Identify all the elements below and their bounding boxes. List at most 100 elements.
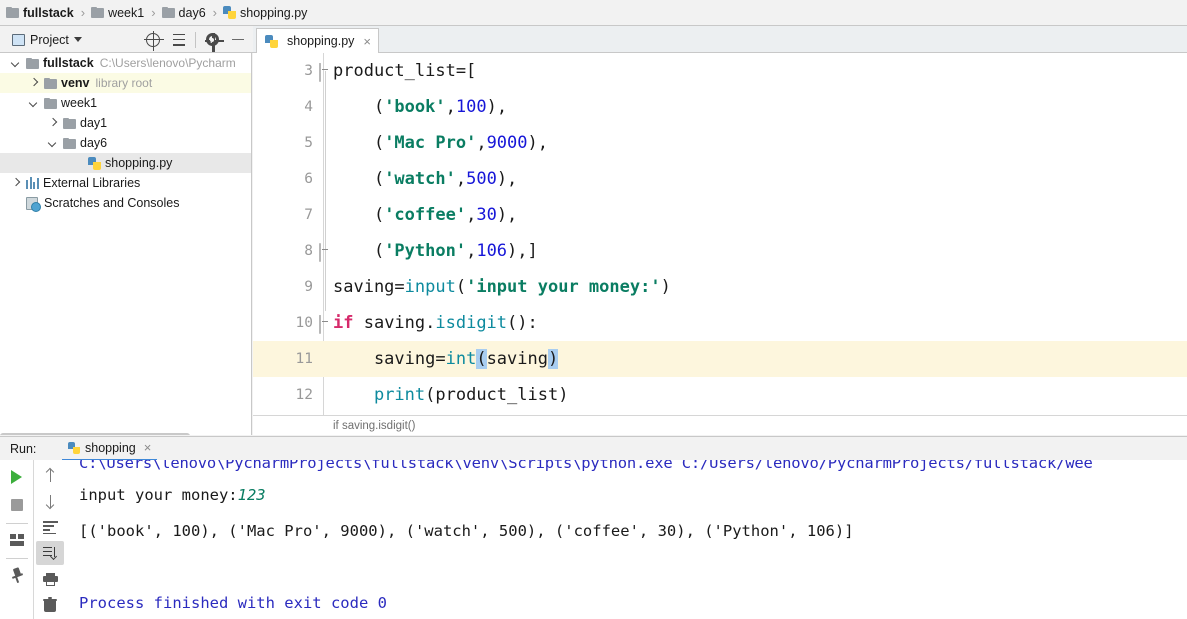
tree-item-week1[interactable]: week1 [0,93,251,113]
folder-icon [44,77,57,89]
scroll-up-button[interactable] [36,464,64,488]
hide-minimize-icon [232,38,244,41]
python-file-icon [265,34,278,48]
chevron-down-icon[interactable] [47,137,60,150]
code-line[interactable]: 5 ('Mac Pro', 9000), [253,125,1187,161]
pycharm-window: fullstack › week1 › day6 › shopping.py P… [0,0,1187,619]
chevron-right-icon[interactable] [10,177,23,190]
pin-tab-button[interactable] [3,562,31,588]
code-line[interactable]: 7 ('coffee', 30), [253,197,1187,233]
editor-breadcrumb[interactable]: if saving.isdigit() [253,415,1187,435]
tree-item-label: week1 [61,96,98,110]
code-text: if saving. isdigit (): [333,313,538,333]
tree-item-scratches-and-consoles[interactable]: Scratches and Consoles [0,193,251,213]
code-line[interactable]: 4 ('book', 100), [253,89,1187,125]
code-text: ('Mac Pro', 9000), [333,133,548,153]
run-tab-label: shopping [85,440,136,455]
breadcrumb-item-day6[interactable]: day6 [160,0,208,26]
folder-icon [63,137,76,149]
code-lines[interactable]: 3 product_list=[ 4 ('book', 100), 5 ('Mac… [253,53,1187,415]
settings-gear-icon [205,32,224,52]
code-line[interactable]: 12 print (product_list) [253,377,1187,413]
chevron-right-icon[interactable] [28,77,41,90]
chevron-down-icon[interactable] [10,57,23,70]
close-icon[interactable]: × [144,440,152,455]
console-prompt-text: input your money: [79,486,238,504]
sidebar-horizontal-scrollbar[interactable] [0,433,190,435]
clear-all-button[interactable] [36,593,64,617]
line-number: 4 [304,99,313,115]
tree-item-day6[interactable]: day6 [0,133,251,153]
settings-button[interactable] [199,29,225,52]
scroll-to-end-button[interactable] [36,541,64,566]
rerun-button[interactable] [3,464,31,490]
tree-item-external-libraries[interactable]: External Libraries [0,173,251,193]
code-text: product_list=[ [333,61,477,81]
breadcrumb-item-fullstack[interactable]: fullstack [4,0,76,26]
editor-breadcrumb-label: if saving.isdigit() [333,419,416,432]
run-tab-shopping[interactable]: shopping × [62,437,158,461]
run-label: Run: [10,441,37,456]
code-text: print (product_list) [373,385,569,405]
folder-icon [6,7,19,18]
code-editor[interactable]: 3 product_list=[ 4 ('book', 100), 5 ('Mac… [253,53,1187,435]
locate-target-button[interactable] [140,29,166,51]
run-panel-header: Run: shopping × [0,436,1187,461]
project-view-button[interactable]: Project [8,29,86,50]
code-text: ('coffee', 30), [333,205,518,225]
scroll-down-button[interactable] [36,490,64,514]
chevron-down-icon[interactable] [28,97,41,110]
code-line[interactable]: 8 ('Python', 106),] [253,233,1187,269]
line-number: 8 [304,243,313,259]
project-panel-icon [12,33,25,46]
tree-item-fullstack[interactable]: fullstack C:\Users\lenovo\Pycharm [0,53,251,73]
breadcrumb-item-week1[interactable]: week1 [89,0,146,26]
fold-toggle-icon[interactable] [319,63,332,82]
run-left-rail [0,460,33,619]
tree-item-detail: C:\Users\lenovo\Pycharm [99,56,236,70]
chevron-right-icon[interactable] [47,117,60,130]
tree-item-venv[interactable]: venv library root [0,73,251,93]
code-line[interactable]: 3 product_list=[ [253,53,1187,89]
breadcrumb-item-shopping-py[interactable]: shopping.py [221,0,309,26]
fold-toggle-icon[interactable] [319,315,332,334]
run-play-icon [11,470,22,484]
chevron-down-icon [73,37,82,42]
code-line[interactable]: 9 saving= input('input your money:') [253,269,1187,305]
line-number: 11 [295,351,313,367]
fold-end-icon[interactable] [319,243,332,262]
project-label: Project [30,32,69,47]
tree-item-day1[interactable]: day1 [0,113,251,133]
console-output[interactable]: C:\Users\lenovo\PycharmProjects\fullstac… [67,460,1187,619]
tree-item-label: fullstack [43,56,94,70]
stop-button[interactable] [3,492,31,518]
close-icon[interactable]: × [363,34,371,49]
line-number: 9 [304,279,313,295]
editor-tab-shopping-py[interactable]: shopping.py × [256,28,380,53]
tree-item-label: venv [61,76,90,90]
soft-wrap-button[interactable] [36,516,64,540]
tree-item-shopping-py[interactable]: shopping.py [0,153,251,173]
layout-settings-icon [9,534,24,546]
soft-wrap-icon [42,521,58,535]
code-text: saving= input('input your money:') [333,277,671,297]
project-tree-panel[interactable]: fullstack C:\Users\lenovo\Pycharm venv l… [0,53,252,435]
code-text: ('book', 100), [333,97,508,117]
hide-panel-button[interactable] [225,29,251,50]
layout-settings-button[interactable] [3,527,31,553]
library-icon [26,177,39,189]
console-user-input: 123 [237,486,266,504]
project-toolbar-icons [140,29,251,52]
scroll-to-end-icon [42,546,58,560]
code-line[interactable]: 6 ('watch', 500), [253,161,1187,197]
code-line[interactable]: 10 if saving. isdigit (): [253,305,1187,341]
rail-divider [5,523,28,524]
tree-item-label: Scratches and Consoles [44,196,180,210]
collapse-all-button[interactable] [166,29,192,50]
python-file-icon [88,156,101,170]
breadcrumb-label: shopping.py [240,5,308,20]
print-button[interactable] [36,567,64,591]
code-text: ('watch', 500), [333,169,518,189]
code-line-active[interactable]: 11 saving= int(saving) [253,341,1187,377]
folder-icon [44,97,57,109]
